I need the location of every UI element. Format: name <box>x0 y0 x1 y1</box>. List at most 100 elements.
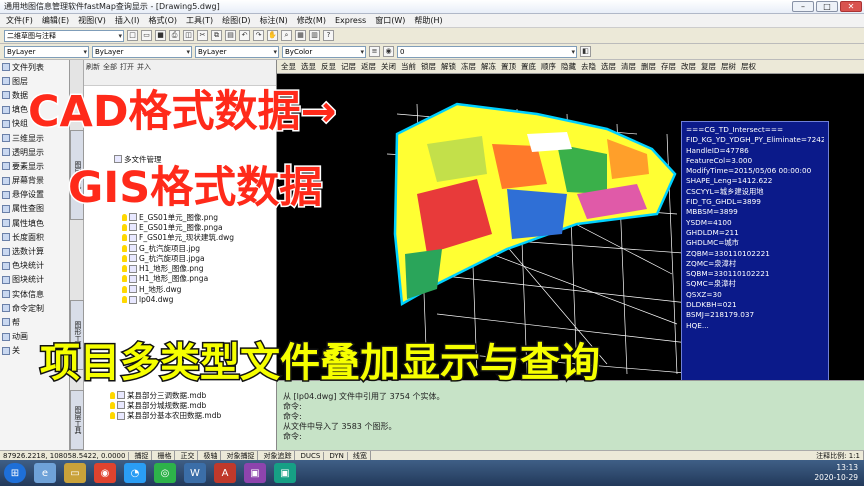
zoom-icon[interactable]: ⌕ <box>281 30 292 41</box>
tool-help[interactable]: 帮 <box>0 315 69 329</box>
tool-btn[interactable]: 去隐 <box>581 61 596 72</box>
tool-hover-settings[interactable]: 悬停设置 <box>0 188 69 202</box>
menu-tools[interactable]: 工具(T) <box>186 15 213 26</box>
command-area[interactable]: 从 [lp04.dwg] 文件中引用了 3754 个实体。 命令: 命令: 从文… <box>277 380 864 450</box>
word-icon[interactable]: W <box>184 463 206 483</box>
list-item[interactable]: G_杭汽旋项目.jpga <box>122 253 272 263</box>
calculator-icon[interactable]: ▥ <box>309 30 320 41</box>
tool-transparent[interactable]: 透明显示 <box>0 145 69 159</box>
list-item[interactable]: H1_地形_图像.pnga <box>122 274 272 284</box>
ducs-toggle[interactable]: DUCS <box>297 451 325 460</box>
list-item[interactable]: 某县部分三调数据.mdb <box>110 390 275 400</box>
qq-icon[interactable]: ◔ <box>124 463 146 483</box>
lineweight-select[interactable]: ByLayer <box>195 45 279 58</box>
tool-btn[interactable]: 改层 <box>681 61 696 72</box>
lightbulb-icon[interactable] <box>110 391 115 399</box>
preview-icon[interactable]: ◫ <box>183 30 194 41</box>
app-icon[interactable]: ▣ <box>244 463 266 483</box>
menu-edit[interactable]: 编辑(E) <box>42 15 69 26</box>
help-icon[interactable]: ? <box>323 30 334 41</box>
menu-draw[interactable]: 绘图(D) <box>222 15 250 26</box>
tool-btn[interactable]: 清层 <box>621 61 636 72</box>
tool-attr-fill[interactable]: 属性填色 <box>0 216 69 230</box>
chrome-icon[interactable]: ◉ <box>94 463 116 483</box>
redo-icon[interactable]: ↷ <box>253 30 264 41</box>
layer-previous-icon[interactable]: ◧ <box>580 46 591 57</box>
menu-window[interactable]: 窗口(W) <box>375 15 405 26</box>
wechat-icon[interactable]: ◎ <box>154 463 176 483</box>
tool-btn[interactable]: 顺序 <box>541 61 556 72</box>
lightbulb-icon[interactable] <box>110 412 115 420</box>
lightbulb-icon[interactable] <box>122 265 127 273</box>
open-file-icon[interactable]: ▭ <box>141 30 152 41</box>
tool-btn[interactable]: 隐藏 <box>561 61 576 72</box>
lightbulb-icon[interactable] <box>122 296 127 304</box>
lightbulb-icon[interactable] <box>110 401 115 409</box>
lightbulb-icon[interactable] <box>122 244 127 252</box>
lightbulb-icon[interactable] <box>122 254 127 262</box>
list-item[interactable]: E_GS01单元_图像.pngа <box>122 222 272 232</box>
linetype-select[interactable]: ByLayer <box>92 45 192 58</box>
menu-help[interactable]: 帮助(H) <box>414 15 442 26</box>
menu-dimension[interactable]: 标注(N) <box>260 15 288 26</box>
cut-icon[interactable]: ✂ <box>197 30 208 41</box>
list-item[interactable]: G_杭汽旋项目.jpg <box>122 243 272 253</box>
minimize-button[interactable]: – <box>792 1 814 12</box>
cad-app-icon[interactable]: A <box>214 463 236 483</box>
paste-icon[interactable]: ▤ <box>225 30 236 41</box>
tool-btn[interactable]: 记层 <box>341 61 356 72</box>
open-button[interactable]: 打开 <box>120 62 134 83</box>
annotation-scale[interactable]: 注释比例: 1:1 <box>813 450 864 461</box>
lightbulb-icon[interactable] <box>122 223 127 231</box>
menu-modify[interactable]: 修改(M) <box>297 15 326 26</box>
tool-btn[interactable]: 删层 <box>641 61 656 72</box>
tool-btn[interactable]: 存层 <box>661 61 676 72</box>
dyn-toggle[interactable]: DYN <box>326 451 348 460</box>
ortho-toggle[interactable]: 正交 <box>177 450 199 461</box>
tool-btn[interactable]: 解锁 <box>441 61 456 72</box>
merge-button[interactable]: 并入 <box>137 62 151 83</box>
refresh-button[interactable]: 刷新 <box>86 62 100 83</box>
layer-select[interactable]: 0 <box>397 45 577 58</box>
menu-format[interactable]: 格式(O) <box>148 15 177 26</box>
otrack-toggle[interactable]: 对象追踪 <box>260 450 296 461</box>
list-item[interactable]: H_地形.dwg <box>122 284 272 294</box>
copy-icon[interactable]: ⧉ <box>211 30 222 41</box>
color-select[interactable]: ByLayer <box>4 45 89 58</box>
tool-btn[interactable]: 选显 <box>301 61 316 72</box>
maximize-button[interactable]: □ <box>816 1 838 12</box>
lineweight-toggle[interactable]: 线宽 <box>350 450 371 461</box>
tool-btn[interactable]: 返层 <box>361 61 376 72</box>
lightbulb-icon[interactable]: ◉ <box>383 46 394 57</box>
plotstyle-select[interactable]: ByColor <box>282 45 366 58</box>
tool-length-area[interactable]: 长度面积 <box>0 230 69 244</box>
lightbulb-icon[interactable] <box>122 275 127 283</box>
list-item[interactable]: F_GS01单元_现状建筑.dwg <box>122 233 272 243</box>
tool-btn[interactable]: 解冻 <box>481 61 496 72</box>
menu-insert[interactable]: 插入(I) <box>115 15 140 26</box>
clock[interactable]: 13:13 2020-10-29 <box>814 463 858 483</box>
undo-icon[interactable]: ↶ <box>239 30 250 41</box>
tool-file-list[interactable]: 文件列表 <box>0 60 69 74</box>
tool-select-calc[interactable]: 选数计算 <box>0 244 69 258</box>
polar-toggle[interactable]: 极轴 <box>200 450 222 461</box>
tool-btn[interactable]: 锁层 <box>421 61 436 72</box>
ie-icon[interactable]: e <box>34 463 56 483</box>
tool-btn[interactable]: 复层 <box>701 61 716 72</box>
tool-btn[interactable]: 置顶 <box>501 61 516 72</box>
tool-block-stats[interactable]: 图块统计 <box>0 273 69 287</box>
pan-icon[interactable]: ✋ <box>267 30 278 41</box>
tool-btn[interactable]: 层树 <box>721 61 736 72</box>
workspace-select[interactable]: 二维草图与注释 <box>4 29 124 42</box>
tool-screen-bg[interactable]: 屏幕背景 <box>0 174 69 188</box>
list-item[interactable]: 某县部分城规数据.mdb <box>110 400 275 410</box>
list-item[interactable]: 某县部分基本农田数据.mdb <box>110 411 275 421</box>
print-icon[interactable]: ⎙ <box>169 30 180 41</box>
snap-toggle[interactable]: 捕捉 <box>131 450 153 461</box>
menu-file[interactable]: 文件(F) <box>6 15 33 26</box>
show-all-button[interactable]: 全部 <box>103 62 117 83</box>
lightbulb-icon[interactable] <box>122 234 127 242</box>
list-item[interactable]: lp04.dwg <box>122 294 272 304</box>
start-button[interactable]: ⊞ <box>4 463 26 483</box>
grid-toggle[interactable]: 栅格 <box>154 450 176 461</box>
